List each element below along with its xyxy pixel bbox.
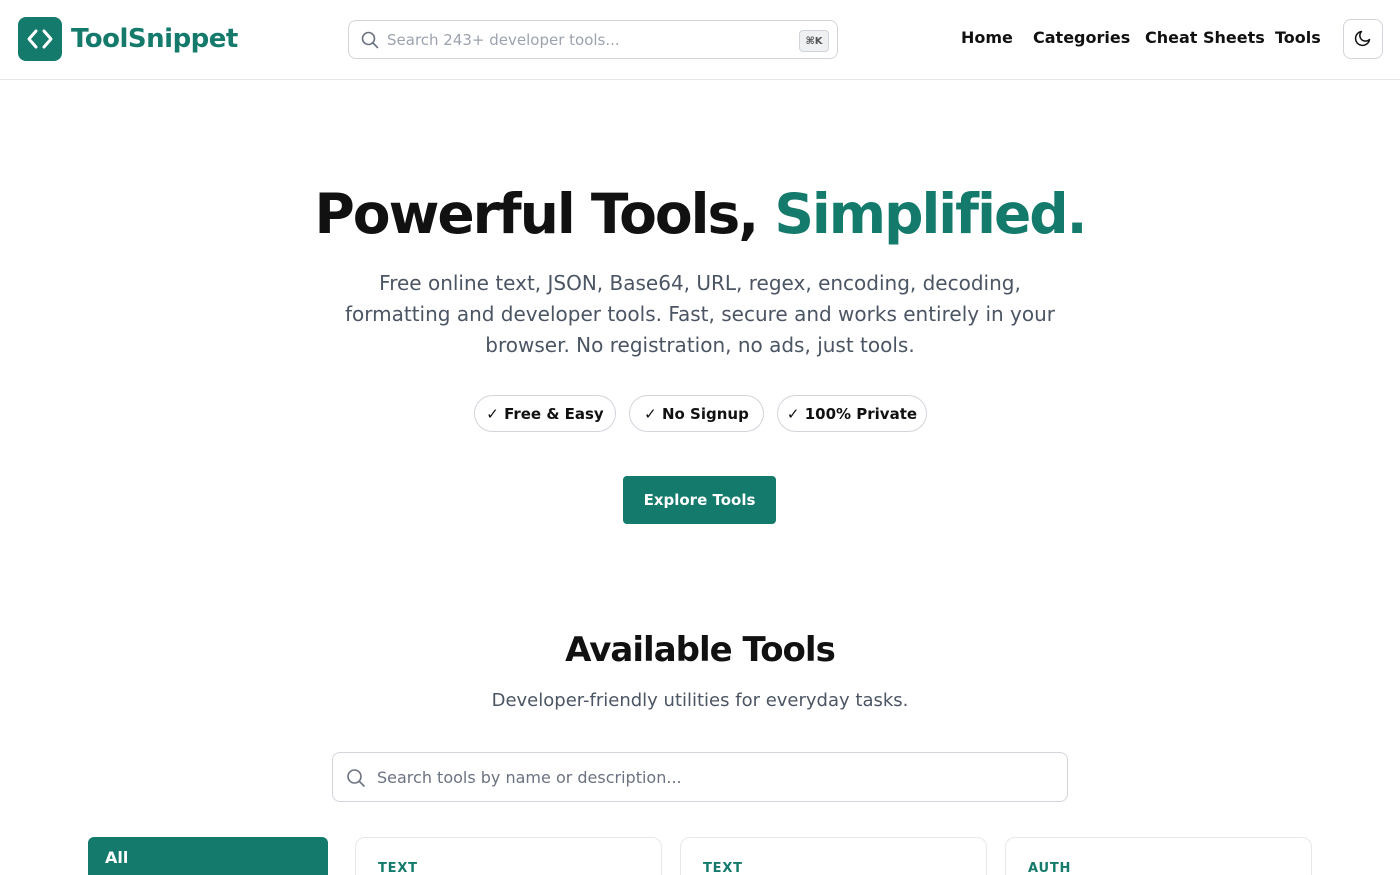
search-icon xyxy=(346,768,366,792)
main-nav: Home Categories Cheat Sheets Tools xyxy=(0,28,1400,52)
nav-categories[interactable]: Categories xyxy=(1033,28,1130,47)
nav-home[interactable]: Home xyxy=(961,28,1013,47)
hero-title-accent: Simplified. xyxy=(774,182,1087,246)
section-title: Available Tools xyxy=(565,630,836,670)
hero-title: Powerful Tools, Simplified. xyxy=(0,182,1400,246)
tool-card-category: TEXT xyxy=(378,861,418,875)
category-all[interactable]: All xyxy=(88,837,328,875)
badge-no-signup: ✓ No Signup xyxy=(629,395,764,432)
site-header: ToolSnippet ⌘K Home Categories Cheat She… xyxy=(0,0,1400,80)
page: ToolSnippet ⌘K Home Categories Cheat She… xyxy=(0,0,1400,875)
badge-private: ✓ 100% Private xyxy=(777,395,927,432)
tool-card-category: TEXT xyxy=(703,861,743,875)
tool-card[interactable]: AUTH xyxy=(1005,837,1312,875)
tool-search[interactable] xyxy=(332,752,1068,802)
explore-tools-button[interactable]: Explore Tools xyxy=(623,476,776,524)
nav-cheat-sheets[interactable]: Cheat Sheets xyxy=(1145,28,1265,47)
nav-tools[interactable]: Tools xyxy=(1275,28,1321,47)
section-subtitle: Developer-friendly utilities for everyda… xyxy=(491,690,909,711)
theme-toggle-button[interactable] xyxy=(1343,19,1383,59)
hero-description: Free online text, JSON, Base64, URL, reg… xyxy=(344,271,1056,357)
hero-title-main: Powerful Tools, xyxy=(314,182,759,246)
tool-card[interactable]: TEXT xyxy=(680,837,987,875)
badge-free: ✓ Free & Easy xyxy=(474,395,616,432)
feature-badges: ✓ Free & Easy ✓ No Signup ✓ 100% Private xyxy=(0,395,1400,432)
tool-card[interactable]: TEXT xyxy=(355,837,662,875)
tool-search-input[interactable] xyxy=(377,753,1037,801)
moon-icon xyxy=(1354,29,1372,50)
tool-card-category: AUTH xyxy=(1028,861,1072,875)
